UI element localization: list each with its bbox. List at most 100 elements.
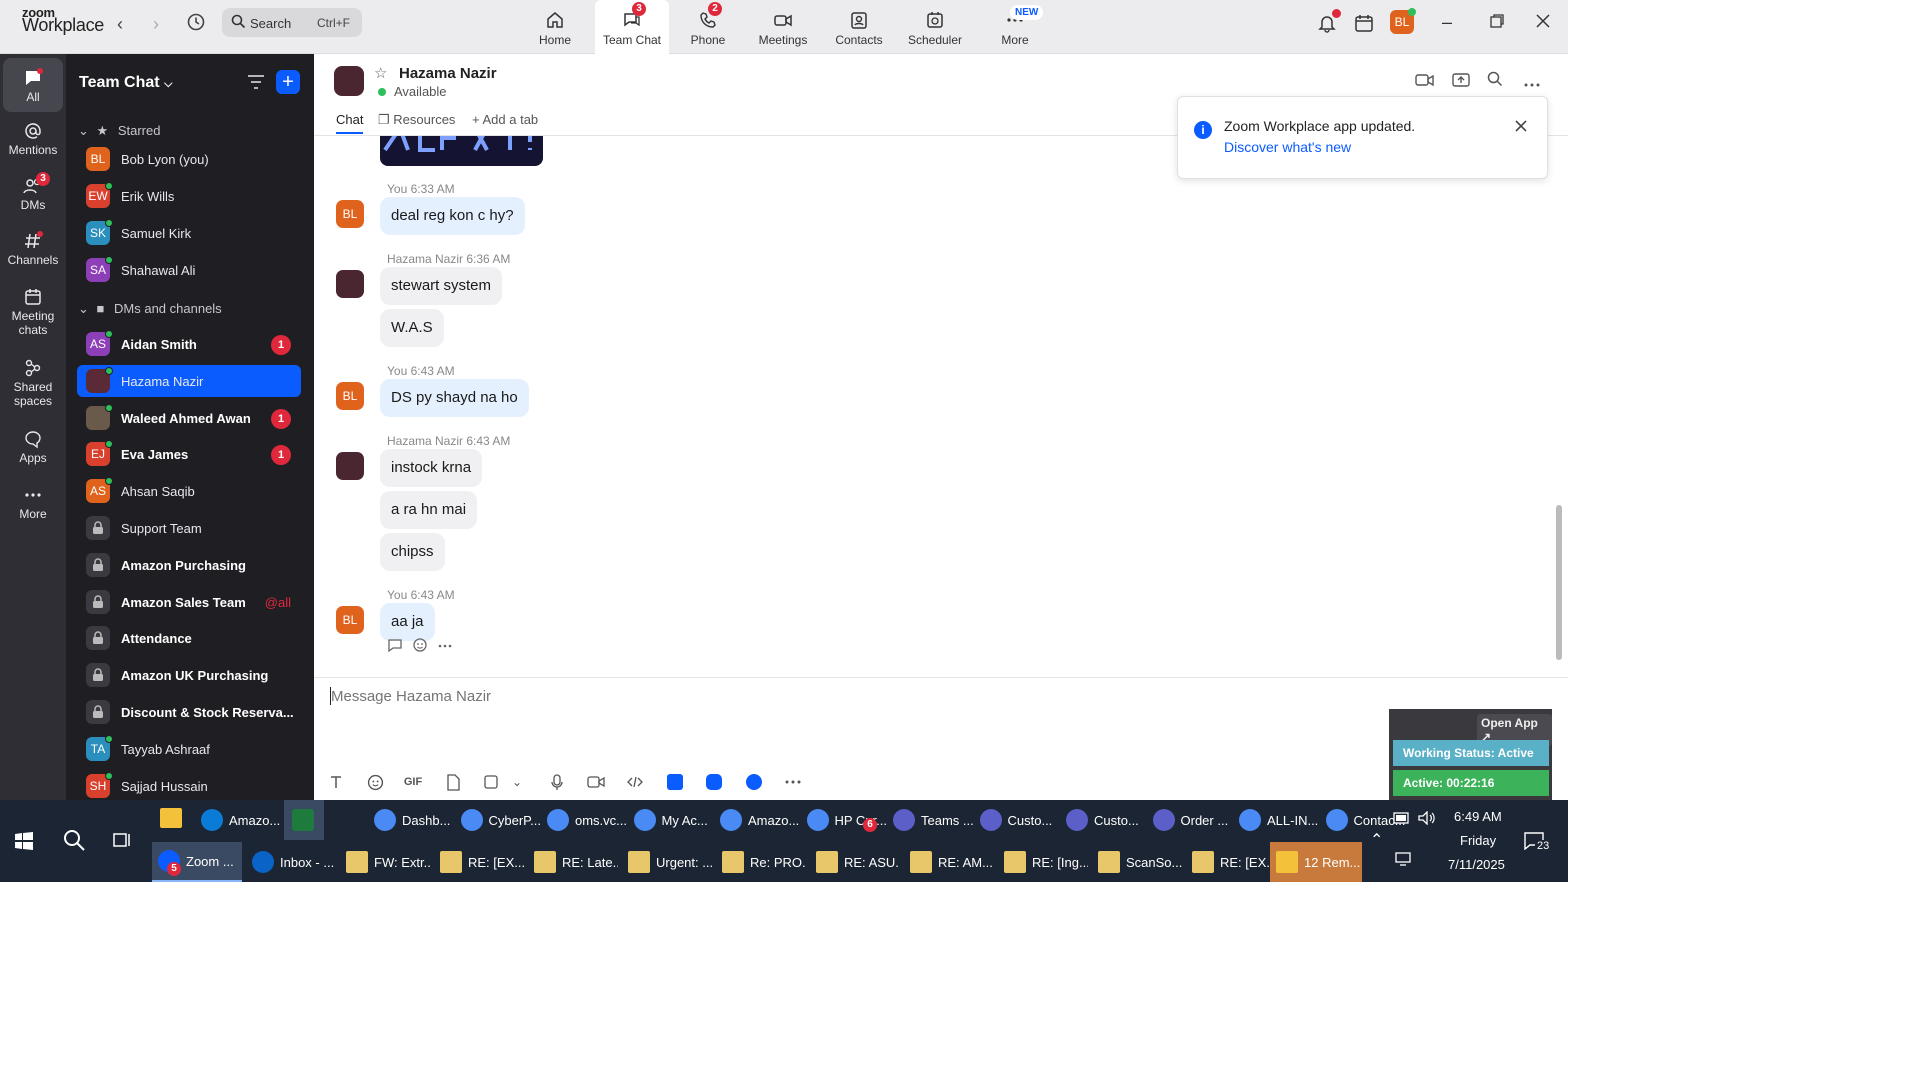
taskbar-window-button[interactable]: RE: [EX... — [1186, 842, 1276, 882]
chat-list-item[interactable]: Discount & Stock Reserva... — [77, 696, 301, 728]
calendar-icon[interactable] — [1354, 13, 1374, 36]
chat-list-item[interactable]: EJ Eva James 1 — [77, 438, 301, 470]
rail-item-all[interactable]: All — [3, 58, 63, 112]
nav-tab-scheduler[interactable]: Scheduler — [898, 0, 972, 54]
team-chat-header[interactable]: Team Chat ⌵ — [79, 74, 172, 92]
rail-item-channels[interactable]: Channels — [0, 231, 66, 267]
reply-in-thread-icon[interactable] — [387, 637, 403, 656]
forward-arrow-icon[interactable]: › — [153, 14, 159, 35]
taskbar-app-button[interactable]: Dashb... — [370, 800, 454, 840]
share-screen-icon[interactable] — [1452, 71, 1470, 92]
chat-list-item[interactable]: AS Aidan Smith 1 — [77, 328, 301, 360]
chat-list-item[interactable]: Amazon Sales Team @all — [77, 586, 301, 618]
clock-day[interactable]: Friday — [1460, 833, 1496, 848]
search-icon[interactable] — [1487, 71, 1503, 90]
taskbar-window-button[interactable]: RE: [EX... — [434, 842, 524, 882]
message-avatar[interactable] — [336, 452, 364, 480]
restore-icon[interactable] — [1489, 13, 1505, 34]
taskbar-window-button[interactable]: Zoom ... — [152, 842, 242, 882]
clock-time[interactable]: 6:49 AM — [1454, 809, 1502, 824]
taskbar-app-button[interactable]: Amazo... — [716, 800, 800, 840]
file-explorer-icon[interactable] — [160, 808, 182, 828]
message-more-icon[interactable] — [438, 639, 452, 654]
taskbar-window-button[interactable]: RE: ASU... — [810, 842, 900, 882]
taskbar-window-button[interactable]: ScanSo... — [1092, 842, 1182, 882]
back-arrow-icon[interactable]: ‹ — [117, 14, 123, 35]
close-window-icon[interactable] — [1535, 13, 1551, 34]
chat-list-item[interactable]: Waleed Ahmed Awan 1 — [77, 402, 301, 434]
message-avatar[interactable]: BL — [336, 606, 364, 634]
message-bubble[interactable]: instock krna — [380, 449, 483, 487]
chat-list-item[interactable]: SH Sajjad Hussain — [77, 770, 301, 802]
filter-icon[interactable] — [247, 74, 265, 93]
nav-tab-contacts[interactable]: Contacts — [822, 0, 896, 54]
rail-item-mentions[interactable]: Mentions — [0, 121, 66, 157]
taskbar-window-button[interactable]: Re: PRO... — [716, 842, 806, 882]
rail-item-shared-spaces[interactable]: Shared spaces — [0, 358, 66, 408]
chat-list-item[interactable]: Amazon UK Purchasing — [77, 659, 301, 691]
file-icon[interactable] — [442, 771, 464, 793]
network-icon[interactable] — [1395, 852, 1413, 869]
nav-tab-meetings[interactable]: Meetings — [746, 0, 820, 54]
contact-name[interactable]: Hazama Nazir — [399, 65, 497, 82]
message-input[interactable] — [331, 684, 1331, 708]
message-scrollbar[interactable] — [1556, 505, 1562, 660]
windows-start-icon[interactable] — [14, 831, 34, 854]
message-bubble[interactable]: W.A.S — [380, 309, 444, 347]
battery-icon[interactable] — [1393, 812, 1411, 827]
taskbar-app-button[interactable]: Custo... — [976, 800, 1060, 840]
message-avatar[interactable]: BL — [336, 200, 364, 228]
rail-item-meeting-chats[interactable]: Meeting chats — [0, 287, 66, 337]
taskbar-app-button[interactable]: ALL-IN... — [1235, 800, 1319, 840]
taskbar-window-button[interactable]: 12 Rem... — [1270, 842, 1362, 882]
message-bubble[interactable]: a ra hn mai — [380, 491, 478, 529]
taskbar-window-button[interactable]: RE: [Ing... — [998, 842, 1088, 882]
chat-list-item[interactable]: Attendance — [77, 622, 301, 654]
emoji-icon[interactable] — [364, 771, 386, 793]
taskbar-app-button[interactable]: Teams ... — [889, 800, 973, 840]
chat-list-item[interactable]: Support Team — [77, 512, 301, 544]
bell-icon[interactable] — [1317, 9, 1341, 36]
more-tools-icon[interactable] — [782, 771, 804, 793]
taskbar-app-button[interactable]: My Ac... — [630, 800, 714, 840]
starred-item[interactable]: SK Samuel Kirk — [77, 217, 301, 249]
more-options-icon[interactable] — [1524, 76, 1540, 91]
minimize-icon[interactable]: – — [1442, 12, 1452, 33]
taskbar-app-button[interactable] — [283, 800, 324, 840]
nav-tab-home[interactable]: Home — [518, 0, 592, 54]
search-icon[interactable] — [62, 828, 86, 855]
chat-list-item[interactable]: TA Tayyab Ashraaf — [77, 733, 301, 765]
nav-tab-team-chat[interactable]: 3 Team Chat — [595, 0, 669, 54]
message-avatar[interactable] — [336, 270, 364, 298]
rail-item-more[interactable]: More — [0, 485, 66, 521]
nav-tab-phone[interactable]: 2 Phone — [671, 0, 745, 54]
app-shortcut-icon[interactable] — [743, 771, 765, 793]
new-chat-plus-icon[interactable]: + — [276, 70, 300, 94]
app-shortcut-icon[interactable] — [703, 771, 725, 793]
close-icon[interactable] — [1514, 119, 1528, 136]
tab-chat[interactable]: Chat — [336, 112, 364, 134]
message-avatar[interactable]: BL — [336, 382, 364, 410]
video-message-icon[interactable] — [585, 771, 607, 793]
tab-resources[interactable]: ❐ Resources — [378, 112, 455, 128]
message-bubble[interactable]: deal reg kon c hy? — [380, 197, 525, 235]
history-icon[interactable] — [186, 12, 206, 37]
message-bubble[interactable]: aa ja — [380, 603, 435, 641]
star-outline-icon[interactable]: ☆ — [374, 64, 387, 82]
discover-link[interactable]: Discover what's new — [1224, 139, 1351, 155]
message-bubble[interactable]: DS py shayd na ho — [380, 379, 529, 417]
rail-item-apps[interactable]: Apps — [0, 429, 66, 465]
add-reaction-icon[interactable] — [412, 637, 428, 656]
text-format-icon[interactable] — [325, 771, 347, 793]
message-bubble[interactable]: stewart system — [380, 267, 503, 305]
section-starred[interactable]: ⌄ ★ Starred — [78, 123, 160, 139]
app-shortcut-icon[interactable] — [664, 771, 686, 793]
message-bubble[interactable]: chipss — [380, 533, 445, 571]
taskbar-window-button[interactable]: RE: AM... — [904, 842, 994, 882]
starred-item[interactable]: EW Erik Wills — [77, 180, 301, 212]
taskbar-app-button[interactable]: Amazo... — [197, 800, 281, 840]
taskbar-window-button[interactable]: FW: Extr... — [340, 842, 430, 882]
taskbar-app-button[interactable]: CyberP... — [457, 800, 541, 840]
taskbar-window-button[interactable]: Inbox - ... — [246, 842, 336, 882]
clock-date[interactable]: 7/11/2025 — [1448, 857, 1505, 872]
